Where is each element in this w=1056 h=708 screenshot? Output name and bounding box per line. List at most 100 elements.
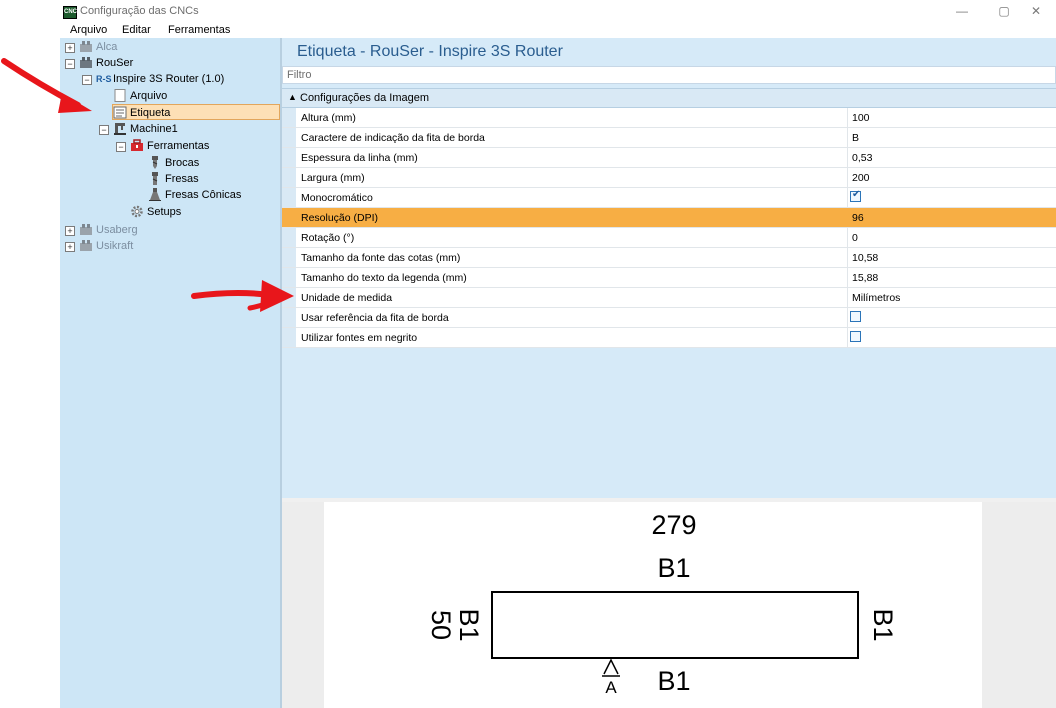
property-row-unidade-medida[interactable]: Unidade de medida Milímetros — [282, 288, 1056, 308]
property-value[interactable]: 96 — [852, 212, 864, 224]
property-name: Monocromático — [301, 192, 373, 204]
fontes-negrito-checkbox[interactable] — [850, 331, 861, 342]
machine-tree: + Alca − RouSer − R-S Inspire 3S Router … — [60, 38, 280, 708]
property-name: Resolução (DPI) — [301, 212, 379, 224]
machine-icon — [80, 224, 92, 235]
tree-item-setups[interactable]: Setups — [60, 204, 280, 220]
width-dimension-label: 279 — [651, 510, 696, 540]
property-name: Tamanho da fonte das cotas (mm) — [301, 252, 461, 264]
property-row-monocromatico[interactable]: Monocromático — [282, 188, 1056, 208]
tree-item-label: RouSer — [96, 57, 134, 69]
menu-editar[interactable]: Editar — [122, 24, 151, 36]
tree-item-usikraft[interactable]: + Usikraft — [60, 238, 280, 254]
tree-item-etiqueta[interactable]: Etiqueta — [112, 104, 280, 120]
label-preview-area: 279 B1 B1 50 B1 B1 A — [282, 502, 1056, 708]
drill-bit-icon — [152, 156, 158, 169]
close-button[interactable]: ✕ — [1016, 0, 1056, 22]
filter-input[interactable]: Filtro — [282, 66, 1056, 84]
property-value[interactable]: Milímetros — [852, 292, 900, 304]
monocromatico-checkbox[interactable] — [850, 189, 861, 202]
expand-icon[interactable]: + — [65, 226, 75, 236]
tree-item-inspire-3s-router[interactable]: − R-S Inspire 3S Router (1.0) — [60, 71, 280, 87]
window-title: Configuração das CNCs — [80, 5, 199, 17]
collapse-icon[interactable]: − — [65, 59, 75, 69]
tree-item-usaberg[interactable]: + Usaberg — [60, 222, 280, 238]
property-name: Altura (mm) — [301, 112, 356, 124]
category-label: Configurações da Imagem — [300, 92, 430, 104]
property-value[interactable]: 200 — [852, 172, 870, 184]
tree-item-fresas[interactable]: Fresas — [60, 171, 280, 187]
tree-item-label: Inspire 3S Router (1.0) — [113, 73, 225, 85]
tree-item-label: Usikraft — [96, 240, 134, 252]
menu-ferramentas[interactable]: Ferramentas — [168, 24, 230, 36]
property-row-tamanho-fonte-cotas[interactable]: Tamanho da fonte das cotas (mm) 10,58 — [282, 248, 1056, 268]
label-preview: 279 B1 B1 50 B1 B1 A — [324, 502, 982, 708]
property-value[interactable]: 10,58 — [852, 252, 878, 264]
collapse-icon[interactable]: − — [82, 75, 92, 85]
property-value[interactable]: 0,53 — [852, 152, 872, 164]
properties-panel: Etiqueta - RouSer - Inspire 3S Router Fi… — [282, 38, 1056, 498]
property-name: Tamanho do texto da legenda (mm) — [301, 272, 467, 284]
property-name: Espessura da linha (mm) — [301, 152, 418, 164]
edge-left-label: B1 — [454, 608, 484, 641]
property-row-espessura[interactable]: Espessura da linha (mm) 0,53 — [282, 148, 1056, 168]
menu-arquivo[interactable]: Arquivo — [70, 24, 107, 36]
expand-icon[interactable]: + — [65, 242, 75, 252]
tree-item-label: Alca — [96, 41, 118, 53]
tree-item-label: Arquivo — [130, 90, 168, 102]
property-row-fontes-negrito[interactable]: Utilizar fontes em negrito — [282, 328, 1056, 348]
tree-item-label: Machine1 — [130, 123, 178, 135]
file-icon — [114, 89, 126, 102]
property-row-altura[interactable]: Altura (mm) 100 — [282, 108, 1056, 128]
toolbox-icon — [131, 139, 143, 151]
tree-item-fresas-conicas[interactable]: Fresas Cônicas — [60, 187, 280, 203]
machine-tool-icon — [114, 123, 126, 135]
collapse-icon[interactable]: − — [116, 142, 126, 152]
tree-item-arquivo[interactable]: Arquivo — [60, 88, 280, 104]
edge-top-label: B1 — [657, 553, 690, 583]
property-name: Rotação (°) — [301, 232, 355, 244]
tree-item-brocas[interactable]: Brocas — [60, 155, 280, 171]
property-value[interactable]: 100 — [852, 112, 870, 124]
edge-right-label: B1 — [868, 608, 898, 641]
property-row-caractere[interactable]: Caractere de indicação da fita de borda … — [282, 128, 1056, 148]
collapse-caret-icon[interactable]: ▲ — [288, 92, 297, 102]
property-value[interactable]: 0 — [852, 232, 858, 244]
page-title: Etiqueta - RouSer - Inspire 3S Router — [297, 43, 563, 60]
minimize-button[interactable]: — — [942, 0, 982, 22]
usar-referencia-checkbox[interactable] — [850, 311, 861, 322]
label-icon — [113, 106, 127, 119]
property-row-largura[interactable]: Largura (mm) 200 — [282, 168, 1056, 188]
tree-item-ferramentas[interactable]: − Ferramentas — [60, 138, 280, 154]
tree-item-label: Usaberg — [96, 224, 138, 236]
tree-item-label: Brocas — [165, 157, 200, 169]
rs-logo-icon: R-S — [96, 74, 112, 84]
property-row-usar-referencia[interactable]: Usar referência da fita de borda — [282, 308, 1056, 328]
property-value[interactable]: 15,88 — [852, 272, 878, 284]
property-row-resolucao[interactable]: Resolução (DPI) 96 — [282, 208, 1056, 228]
tree-item-label: Setups — [147, 206, 182, 218]
conical-cutter-icon — [149, 188, 161, 201]
height-dimension-label: 50 — [426, 610, 456, 640]
expand-icon[interactable]: + — [65, 43, 75, 53]
category-header[interactable]: ▲ Configurações da Imagem — [282, 88, 1056, 108]
property-name: Largura (mm) — [301, 172, 365, 184]
grain-direction-icon — [602, 658, 620, 677]
tree-item-rouser[interactable]: − RouSer — [60, 55, 280, 71]
property-name: Unidade de medida — [301, 292, 393, 304]
tree-item-alca[interactable]: + Alca — [60, 39, 280, 55]
property-value[interactable]: B — [852, 132, 859, 144]
menu-bar: Arquivo Editar Ferramentas — [60, 22, 1056, 38]
machine-icon — [80, 57, 92, 68]
machine-icon — [80, 240, 92, 251]
property-row-tamanho-texto-legenda[interactable]: Tamanho do texto da legenda (mm) 15,88 — [282, 268, 1056, 288]
tree-item-label: Fresas Cônicas — [165, 189, 242, 201]
property-row-rotacao[interactable]: Rotação (°) 0 — [282, 228, 1056, 248]
tree-item-machine1[interactable]: − Machine1 — [60, 121, 280, 137]
edge-bottom-label: B1 — [657, 666, 690, 696]
collapse-icon[interactable]: − — [99, 125, 109, 135]
tree-item-label: Etiqueta — [130, 107, 171, 119]
tree-item-label: Ferramentas — [147, 140, 210, 152]
property-name: Utilizar fontes em negrito — [301, 332, 418, 344]
application-window: CNC Configuração das CNCs — ▢ ✕ Arquivo … — [60, 0, 1056, 708]
